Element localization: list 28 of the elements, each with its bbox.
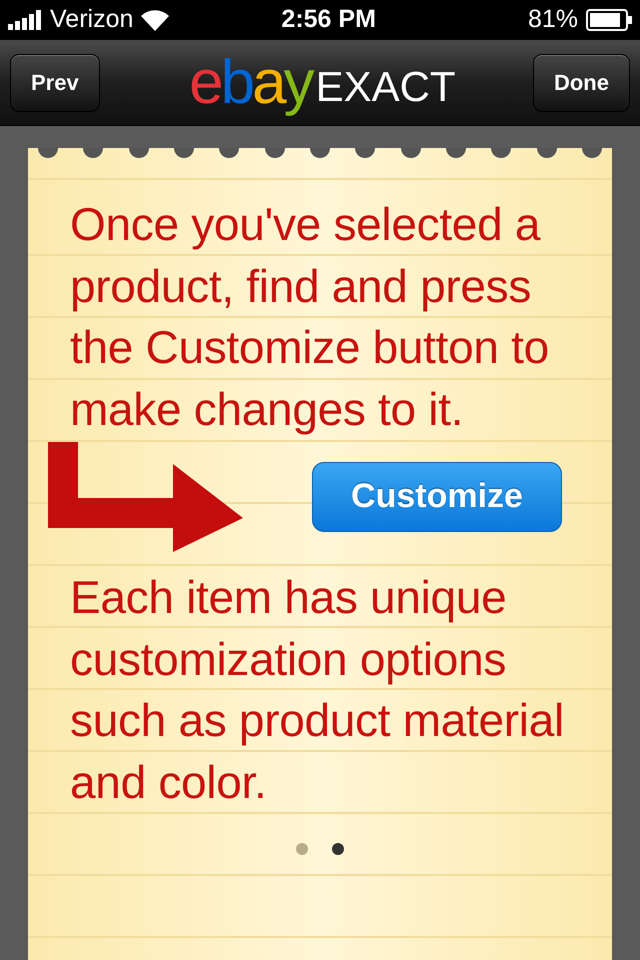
description-text: Each item has unique customization options such as product material and color. [70,570,565,810]
paper-hole [355,148,376,158]
paper-hole [38,148,58,158]
logo-wordmark: ebay [189,52,312,114]
paper-hole [491,148,512,158]
page-dot[interactable] [332,843,344,855]
signal-icon [8,10,42,30]
paper-hole [128,148,149,158]
done-button[interactable]: Done [532,54,630,112]
paper-hole [174,148,194,158]
battery-percent: 81% [528,4,578,36]
prev-button[interactable]: Prev [10,54,100,112]
clock-time: 2:56 PM [281,4,376,36]
paper-hole [400,148,421,158]
paper-hole [219,148,240,158]
battery-icon [586,9,632,31]
paper-hole [310,148,330,158]
instruction-text: Once you've selected a product, find and press the Customize button to make changes to it. [70,197,550,436]
paper-hole [264,148,285,158]
paper-hole [536,148,557,158]
paper-hole [83,148,104,158]
paper-hole [582,148,602,158]
carrier-name: Verizon [50,4,134,36]
paper-hole [446,148,466,158]
page-dot[interactable] [296,843,308,855]
logo-subtitle: EXACT [316,66,456,108]
wifi-icon [141,9,170,31]
arrow-icon [48,442,243,552]
